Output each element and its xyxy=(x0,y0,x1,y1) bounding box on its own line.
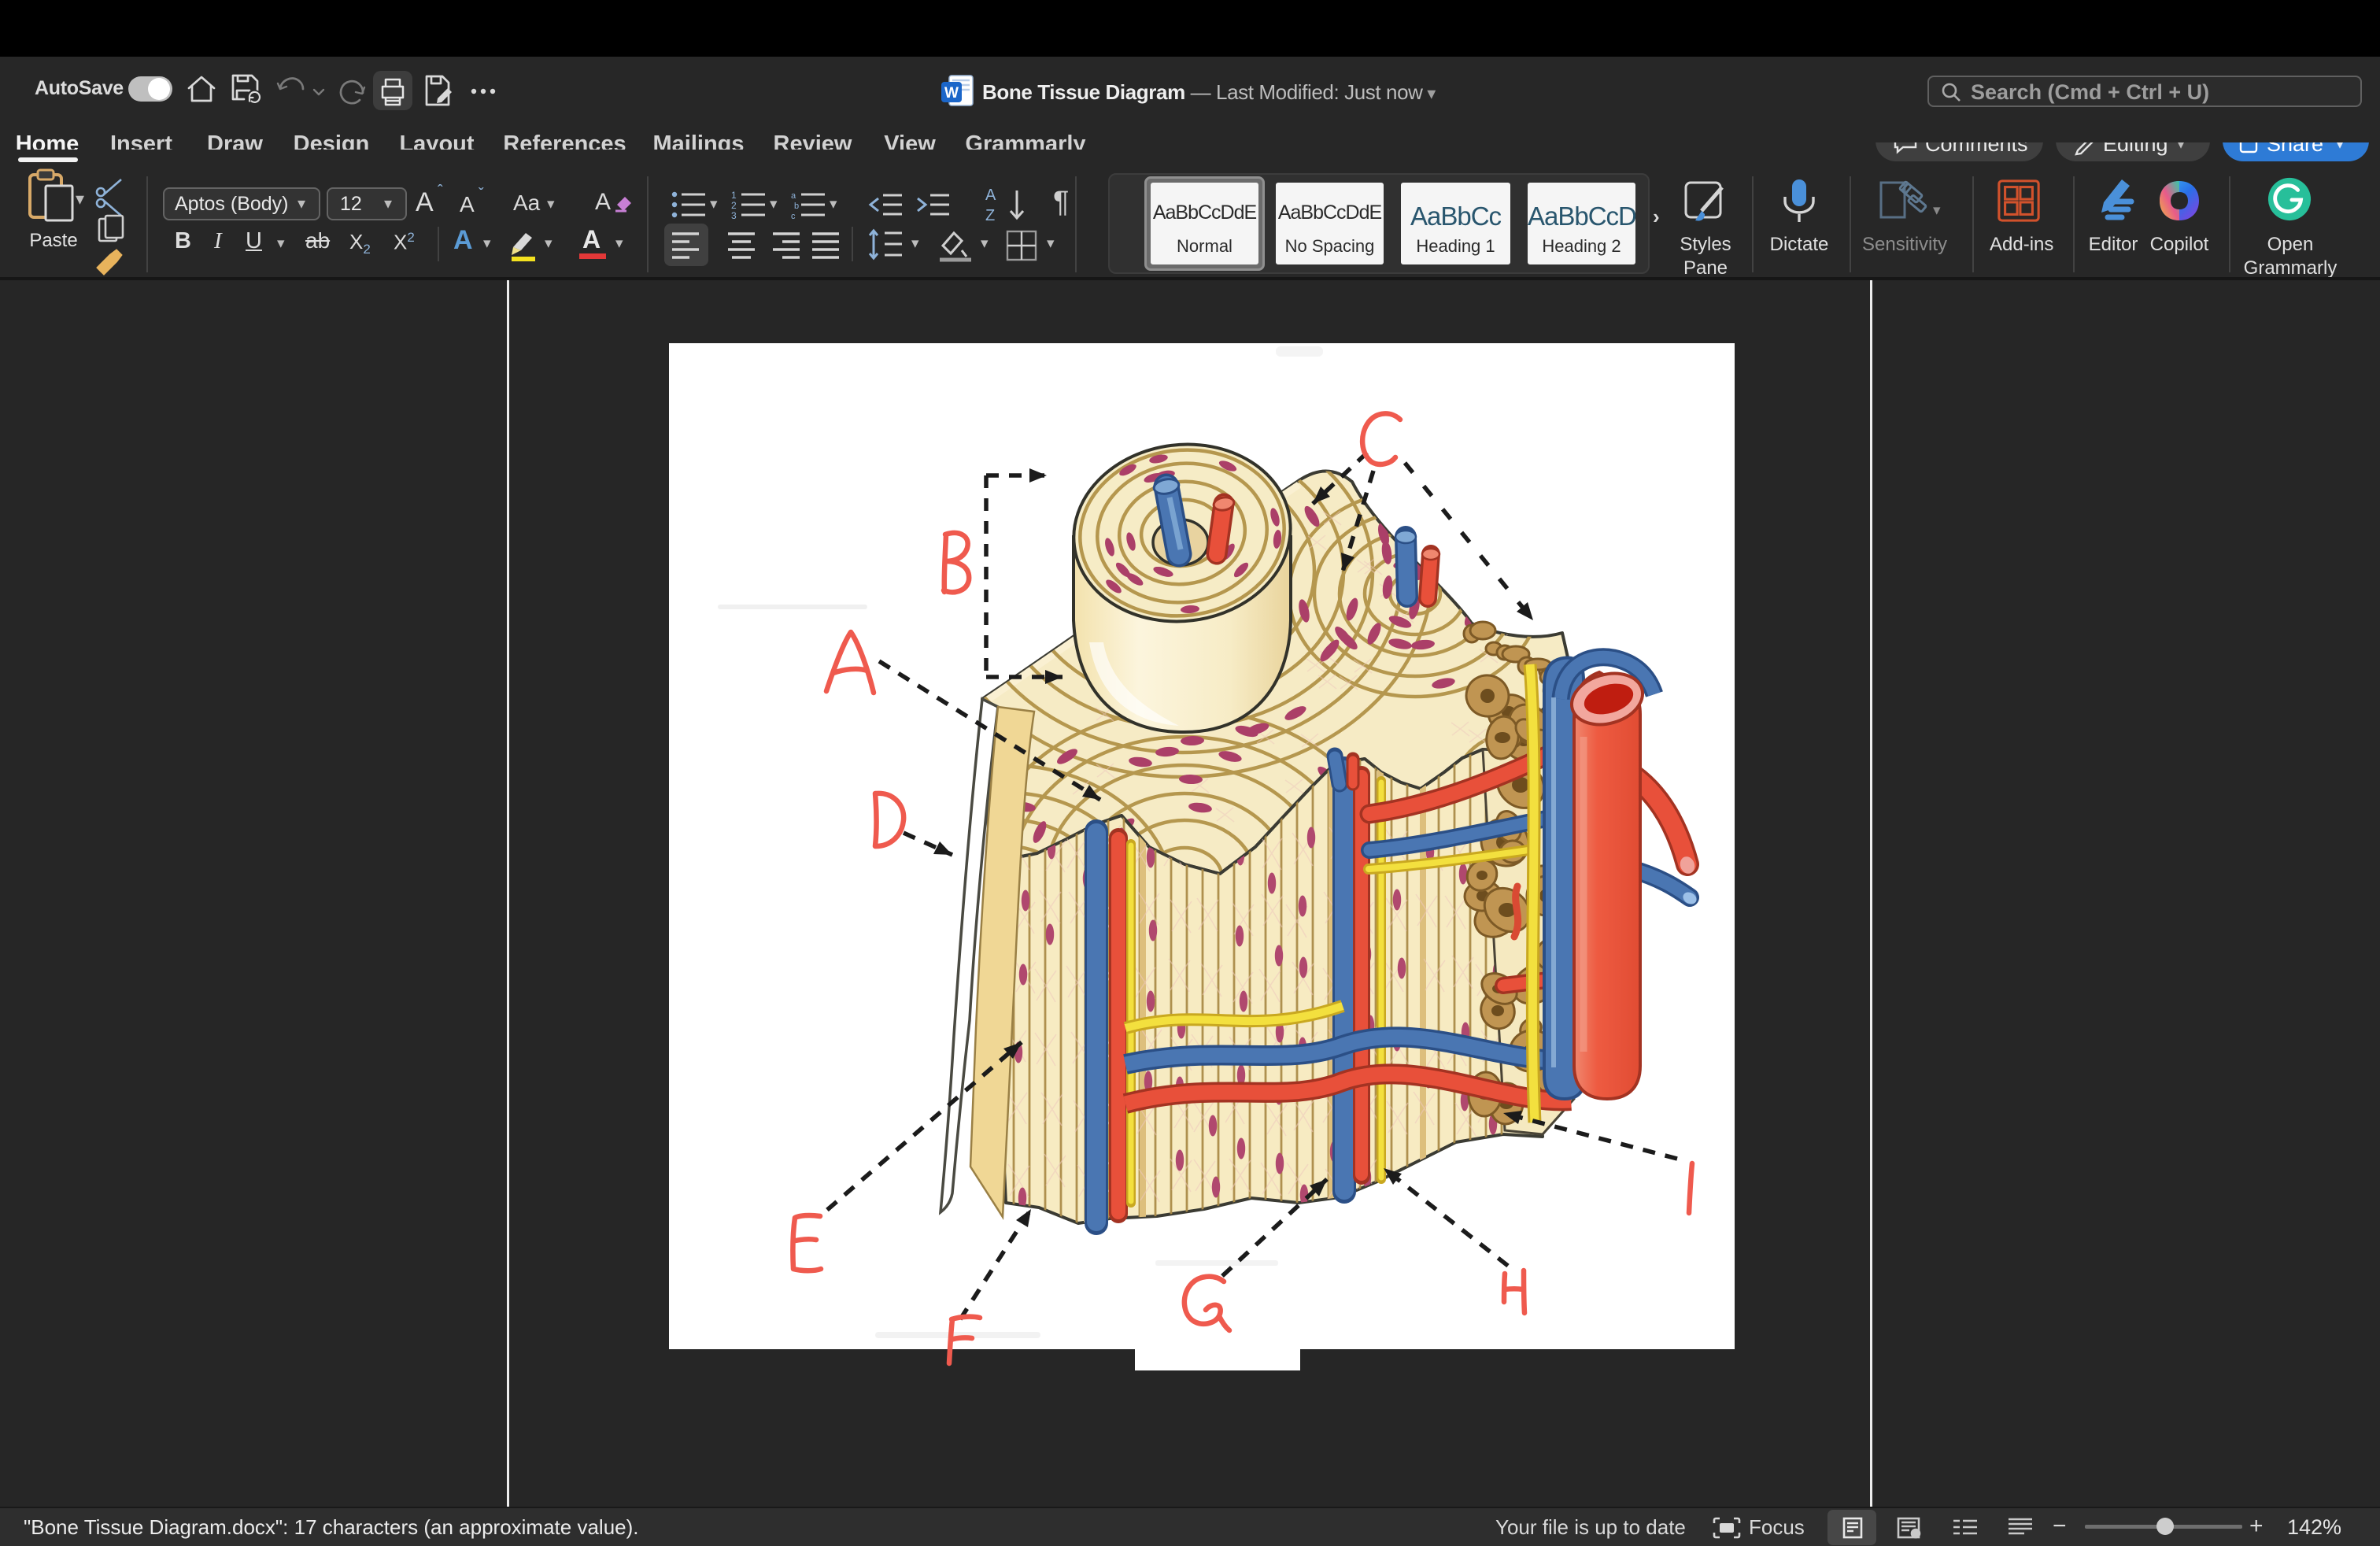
svg-text:c: c xyxy=(791,212,796,221)
svg-text:2: 2 xyxy=(731,200,737,211)
svg-text:1: 1 xyxy=(731,190,737,201)
svg-text:a: a xyxy=(791,191,796,201)
svg-text:3: 3 xyxy=(731,210,737,221)
svg-text:b: b xyxy=(794,202,799,211)
svg-text:A: A xyxy=(985,187,996,204)
svg-text:W: W xyxy=(944,85,959,102)
svg-text:Z: Z xyxy=(985,207,995,224)
